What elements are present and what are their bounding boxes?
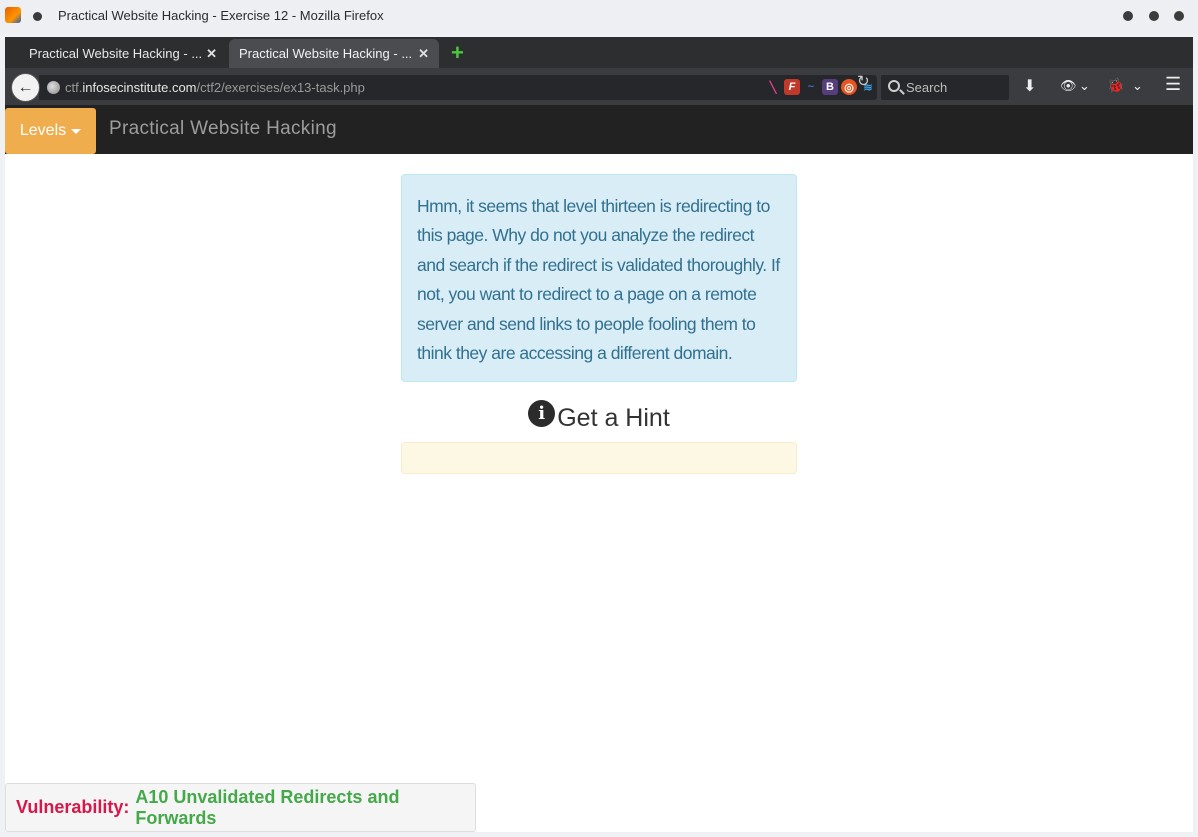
wave-addon-icon[interactable]: ~ bbox=[803, 79, 819, 95]
navigation-toolbar: ctf.infosecinstitute.com/ctf2/exercises/… bbox=[5, 68, 1193, 106]
close-tab-icon[interactable]: ✕ bbox=[418, 46, 429, 62]
chevron-down-icon[interactable]: ⌄ bbox=[1132, 78, 1143, 94]
get-hint-heading[interactable]: i Get a Hint bbox=[401, 400, 797, 433]
addon-icons: ╲ F ~ B ◎ ≋ ⌄ bbox=[765, 79, 895, 95]
tab-1[interactable]: Practical Website Hacking - ... ✕ bbox=[5, 39, 227, 68]
task-info-alert: Hmm, it seems that level thirteen is red… bbox=[401, 174, 797, 382]
window-menu-dot-icon[interactable] bbox=[33, 12, 42, 21]
site-brand[interactable]: Practical Website Hacking bbox=[109, 118, 337, 140]
search-placeholder: Search bbox=[906, 80, 948, 95]
chevron-down-icon[interactable]: ⌄ bbox=[1079, 78, 1090, 94]
maximize-button[interactable] bbox=[1149, 11, 1159, 21]
firebug-icon[interactable]: 🐞 bbox=[1107, 77, 1124, 94]
vulnerability-value: A10 Unvalidated Redirects and Forwards bbox=[135, 786, 400, 828]
hint-title-text: Get a Hint bbox=[557, 404, 670, 432]
firefox-logo-icon bbox=[5, 7, 21, 23]
close-tab-icon[interactable]: ✕ bbox=[206, 46, 217, 62]
tab-2-active[interactable]: Practical Website Hacking - ... ✕ bbox=[229, 39, 439, 68]
tab-label: Practical Website Hacking - ... bbox=[29, 46, 203, 61]
tab-strip: Practical Website Hacking - ... ✕ Practi… bbox=[5, 37, 1193, 68]
url-text: ctf.infosecinstitute.com/ctf2/exercises/… bbox=[65, 80, 365, 95]
back-arrow-icon[interactable]: ← bbox=[11, 73, 40, 102]
browser-window: Practical Website Hacking - Exercise 12 … bbox=[0, 0, 1198, 837]
task-text: Hmm, it seems that level thirteen is red… bbox=[417, 196, 780, 364]
vulnerability-label: Vulnerability: bbox=[16, 797, 130, 817]
minimize-button[interactable] bbox=[1123, 11, 1133, 21]
window-title: Practical Website Hacking - Exercise 12 … bbox=[58, 8, 384, 23]
search-box[interactable]: Search bbox=[881, 75, 1009, 100]
bootstrap-addon-icon[interactable]: B bbox=[822, 79, 838, 95]
url-bar[interactable]: ctf.infosecinstitute.com/ctf2/exercises/… bbox=[39, 75, 892, 100]
hint-content-box bbox=[401, 442, 797, 474]
hamburger-menu-icon[interactable]: ☰ bbox=[1165, 74, 1181, 95]
new-tab-plus-icon[interactable]: + bbox=[451, 40, 464, 66]
tab-label: Practical Website Hacking - ... bbox=[239, 46, 413, 61]
site-identity-globe-icon[interactable] bbox=[47, 81, 60, 94]
search-icon bbox=[888, 80, 900, 92]
info-circle-icon: i bbox=[528, 400, 556, 427]
feather-addon-icon[interactable]: ╲ bbox=[765, 79, 781, 95]
site-navbar: Levels Practical Website Hacking bbox=[5, 106, 1193, 154]
f-addon-icon[interactable]: F bbox=[784, 79, 800, 95]
caret-down-icon bbox=[71, 128, 82, 134]
eye-addon-icon[interactable]: 👁 bbox=[1060, 78, 1077, 94]
levels-label: Levels bbox=[19, 122, 67, 139]
download-arrow-icon[interactable]: ⬇ bbox=[1023, 76, 1036, 96]
close-window-button[interactable] bbox=[1174, 11, 1184, 21]
title-bar: Practical Website Hacking - Exercise 12 … bbox=[0, 0, 1198, 34]
ubuntu-addon-icon[interactable]: ◎ bbox=[841, 79, 857, 95]
page-viewport: Levels Practical Website Hacking Hmm, it… bbox=[5, 106, 1193, 832]
reload-icon[interactable]: ↻ bbox=[857, 72, 870, 90]
vulnerability-badge: Vulnerability: A10 Unvalidated Redirects… bbox=[5, 783, 476, 832]
levels-dropdown-button[interactable]: Levels bbox=[5, 108, 96, 154]
